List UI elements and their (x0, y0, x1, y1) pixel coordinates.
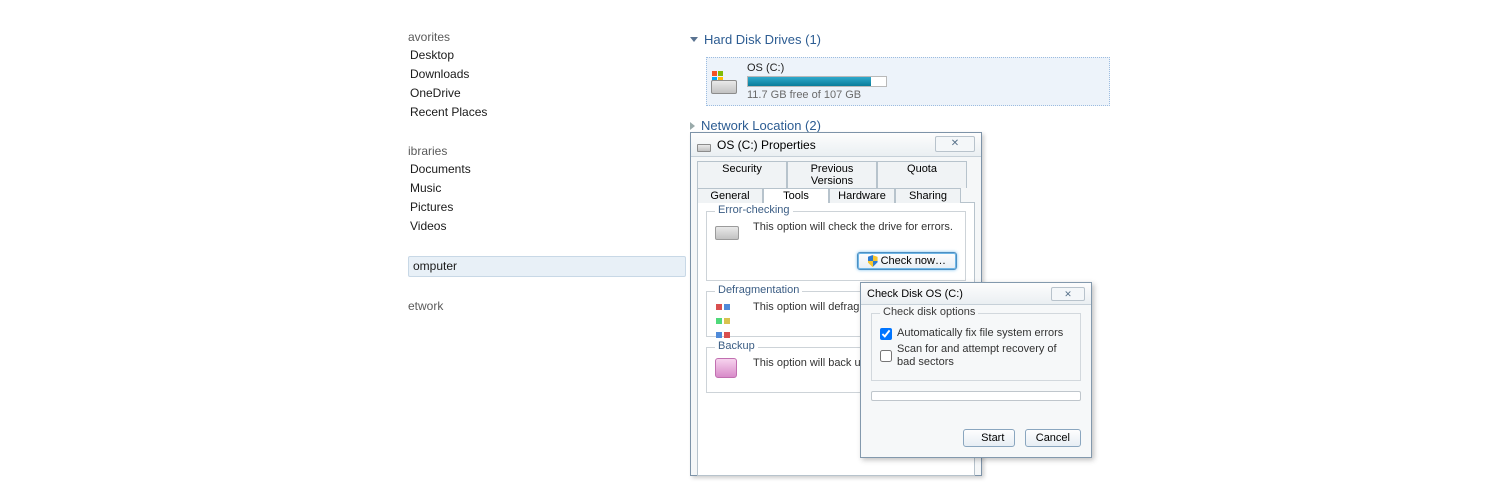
error-checking-icon (715, 220, 745, 246)
nav-network-header[interactable]: etwork (408, 297, 686, 315)
uac-shield-icon (868, 255, 878, 267)
tab-sharing[interactable]: Sharing (895, 188, 961, 203)
legend-error-checking: Error-checking (715, 204, 793, 216)
check-disk-titlebar[interactable]: Check Disk OS (C:) ✕ (861, 283, 1091, 305)
nav-item-downloads[interactable]: Downloads (408, 65, 686, 84)
drive-usage-bar (747, 76, 887, 87)
error-checking-text: This option will check the drive for err… (753, 220, 957, 234)
fieldset-check-disk-options: Check disk options Automatically fix fil… (871, 313, 1081, 381)
nav-item-recent-places[interactable]: Recent Places (408, 103, 686, 122)
fieldset-error-checking: Error-checking This option will check th… (706, 211, 966, 281)
nav-favorites-header[interactable]: avorites (408, 28, 686, 46)
legend-check-disk-options: Check disk options (880, 306, 978, 318)
nav-item-pictures[interactable]: Pictures (408, 198, 686, 217)
chevron-down-icon (690, 37, 698, 42)
drive-icon (697, 138, 711, 152)
tab-tools[interactable]: Tools (763, 188, 829, 203)
close-button[interactable]: ✕ (935, 136, 975, 152)
drive-icon (711, 70, 739, 94)
properties-titlebar[interactable]: OS (C:) Properties ✕ (691, 133, 981, 157)
dialog-check-disk: Check Disk OS (C:) ✕ Check disk options … (860, 282, 1092, 458)
section-label: Network Location (2) (701, 118, 821, 133)
tab-quota[interactable]: Quota (877, 161, 967, 188)
backup-icon (715, 356, 745, 382)
nav-libraries: ibraries Documents Music Pictures Videos (408, 142, 686, 236)
tab-hardware[interactable]: Hardware (829, 188, 895, 203)
properties-title: OS (C:) Properties (717, 138, 816, 152)
check-now-button[interactable]: Check now… (857, 252, 957, 270)
nav-pane: avorites Desktop Downloads OneDrive Rece… (408, 28, 686, 335)
section-hard-disk-drives[interactable]: Hard Disk Drives (1) (690, 28, 1110, 53)
nav-favorites: avorites Desktop Downloads OneDrive Rece… (408, 28, 686, 122)
nav-item-music[interactable]: Music (408, 179, 686, 198)
section-label: Hard Disk Drives (1) (704, 32, 821, 47)
nav-item-computer[interactable]: omputer (408, 256, 686, 277)
tab-previous-versions[interactable]: Previous Versions (787, 161, 877, 188)
nav-libraries-header[interactable]: ibraries (408, 142, 686, 160)
legend-backup: Backup (715, 340, 758, 352)
tab-general[interactable]: General (697, 188, 763, 203)
drive-name: OS (C:) (747, 62, 887, 74)
nav-computer: omputer (408, 256, 686, 277)
legend-defragmentation: Defragmentation (715, 284, 802, 296)
checkbox-scan-bad-sectors[interactable]: Scan for and attempt recovery of bad sec… (880, 343, 1072, 369)
explorer-pane: Hard Disk Drives (1) OS (C:) 11.7 GB fre… (690, 28, 1110, 139)
nav-item-documents[interactable]: Documents (408, 160, 686, 179)
checkbox-auto-fix[interactable]: Automatically fix file system errors (880, 327, 1072, 340)
nav-network: etwork (408, 297, 686, 315)
chevron-right-icon (690, 122, 695, 130)
drive-os-c[interactable]: OS (C:) 11.7 GB free of 107 GB (706, 57, 1110, 106)
nav-item-videos[interactable]: Videos (408, 217, 686, 236)
tab-security[interactable]: Security (697, 161, 787, 188)
nav-item-onedrive[interactable]: OneDrive (408, 84, 686, 103)
check-disk-title: Check Disk OS (C:) (867, 288, 963, 300)
checkbox-auto-fix-input[interactable] (880, 328, 892, 340)
cancel-button[interactable]: Cancel (1025, 429, 1081, 447)
defragmentation-icon (715, 300, 745, 326)
nav-item-desktop[interactable]: Desktop (408, 46, 686, 65)
start-button[interactable]: Start (963, 429, 1015, 447)
close-button[interactable]: ✕ (1051, 287, 1085, 301)
drive-meta: OS (C:) 11.7 GB free of 107 GB (747, 62, 887, 101)
checkbox-scan-bad-sectors-input[interactable] (880, 350, 892, 362)
progress-bar (871, 391, 1081, 401)
drive-free-text: 11.7 GB free of 107 GB (747, 89, 887, 101)
